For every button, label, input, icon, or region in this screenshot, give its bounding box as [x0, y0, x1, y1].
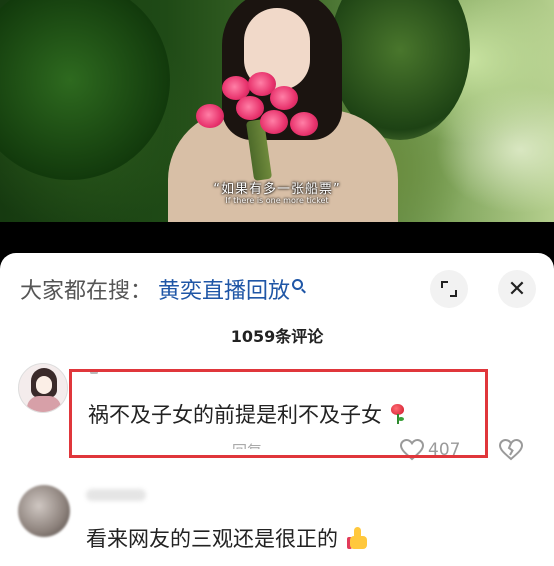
- username[interactable]: [90, 371, 98, 374]
- rose-icon: [389, 404, 405, 424]
- rose-flower: [196, 104, 224, 128]
- video-subtitle-chinese: “如果有多一张船票”: [213, 182, 341, 197]
- comment-text: 看来网友的三观还是很正的: [86, 523, 369, 553]
- rose-flower: [236, 96, 264, 120]
- expand-icon: [441, 281, 457, 297]
- heart-icon: [400, 439, 424, 461]
- reply-link[interactable]: 回复: [232, 440, 262, 449]
- comment-text: 祸不及子女的前提是利不及子女: [88, 399, 405, 429]
- rose-flower: [290, 112, 318, 136]
- trending-search-label: 大家都在搜：: [20, 279, 153, 304]
- rose-flower: [260, 110, 288, 134]
- thumbs-up-icon: [346, 527, 369, 549]
- like-count: 407: [428, 440, 461, 460]
- video-subtitle-english: If there is one more ticket: [225, 196, 329, 205]
- avatar[interactable]: [18, 363, 68, 413]
- close-icon: ✕: [507, 276, 527, 302]
- comment-count: 1059条评论: [230, 327, 324, 346]
- rose-flower: [270, 86, 298, 110]
- video-player[interactable]: “如果有多一张船票” If there is one more ticket: [0, 0, 554, 222]
- trending-search[interactable]: 大家都在搜： 黄奕直播回放: [20, 273, 304, 305]
- expand-button[interactable]: [430, 270, 468, 308]
- background-foliage: [0, 0, 170, 180]
- comments-sheet: 大家都在搜： 黄奕直播回放 ✕ 1059条评论 祸不及子女的前提是利不及子女 回…: [0, 253, 554, 566]
- like-button[interactable]: 407: [400, 439, 460, 461]
- avatar[interactable]: [18, 485, 70, 537]
- dislike-icon[interactable]: [498, 438, 524, 462]
- search-icon: [292, 278, 304, 290]
- trending-search-link[interactable]: 黄奕直播回放: [158, 273, 290, 305]
- close-button[interactable]: ✕: [498, 270, 536, 308]
- username[interactable]: [86, 489, 146, 501]
